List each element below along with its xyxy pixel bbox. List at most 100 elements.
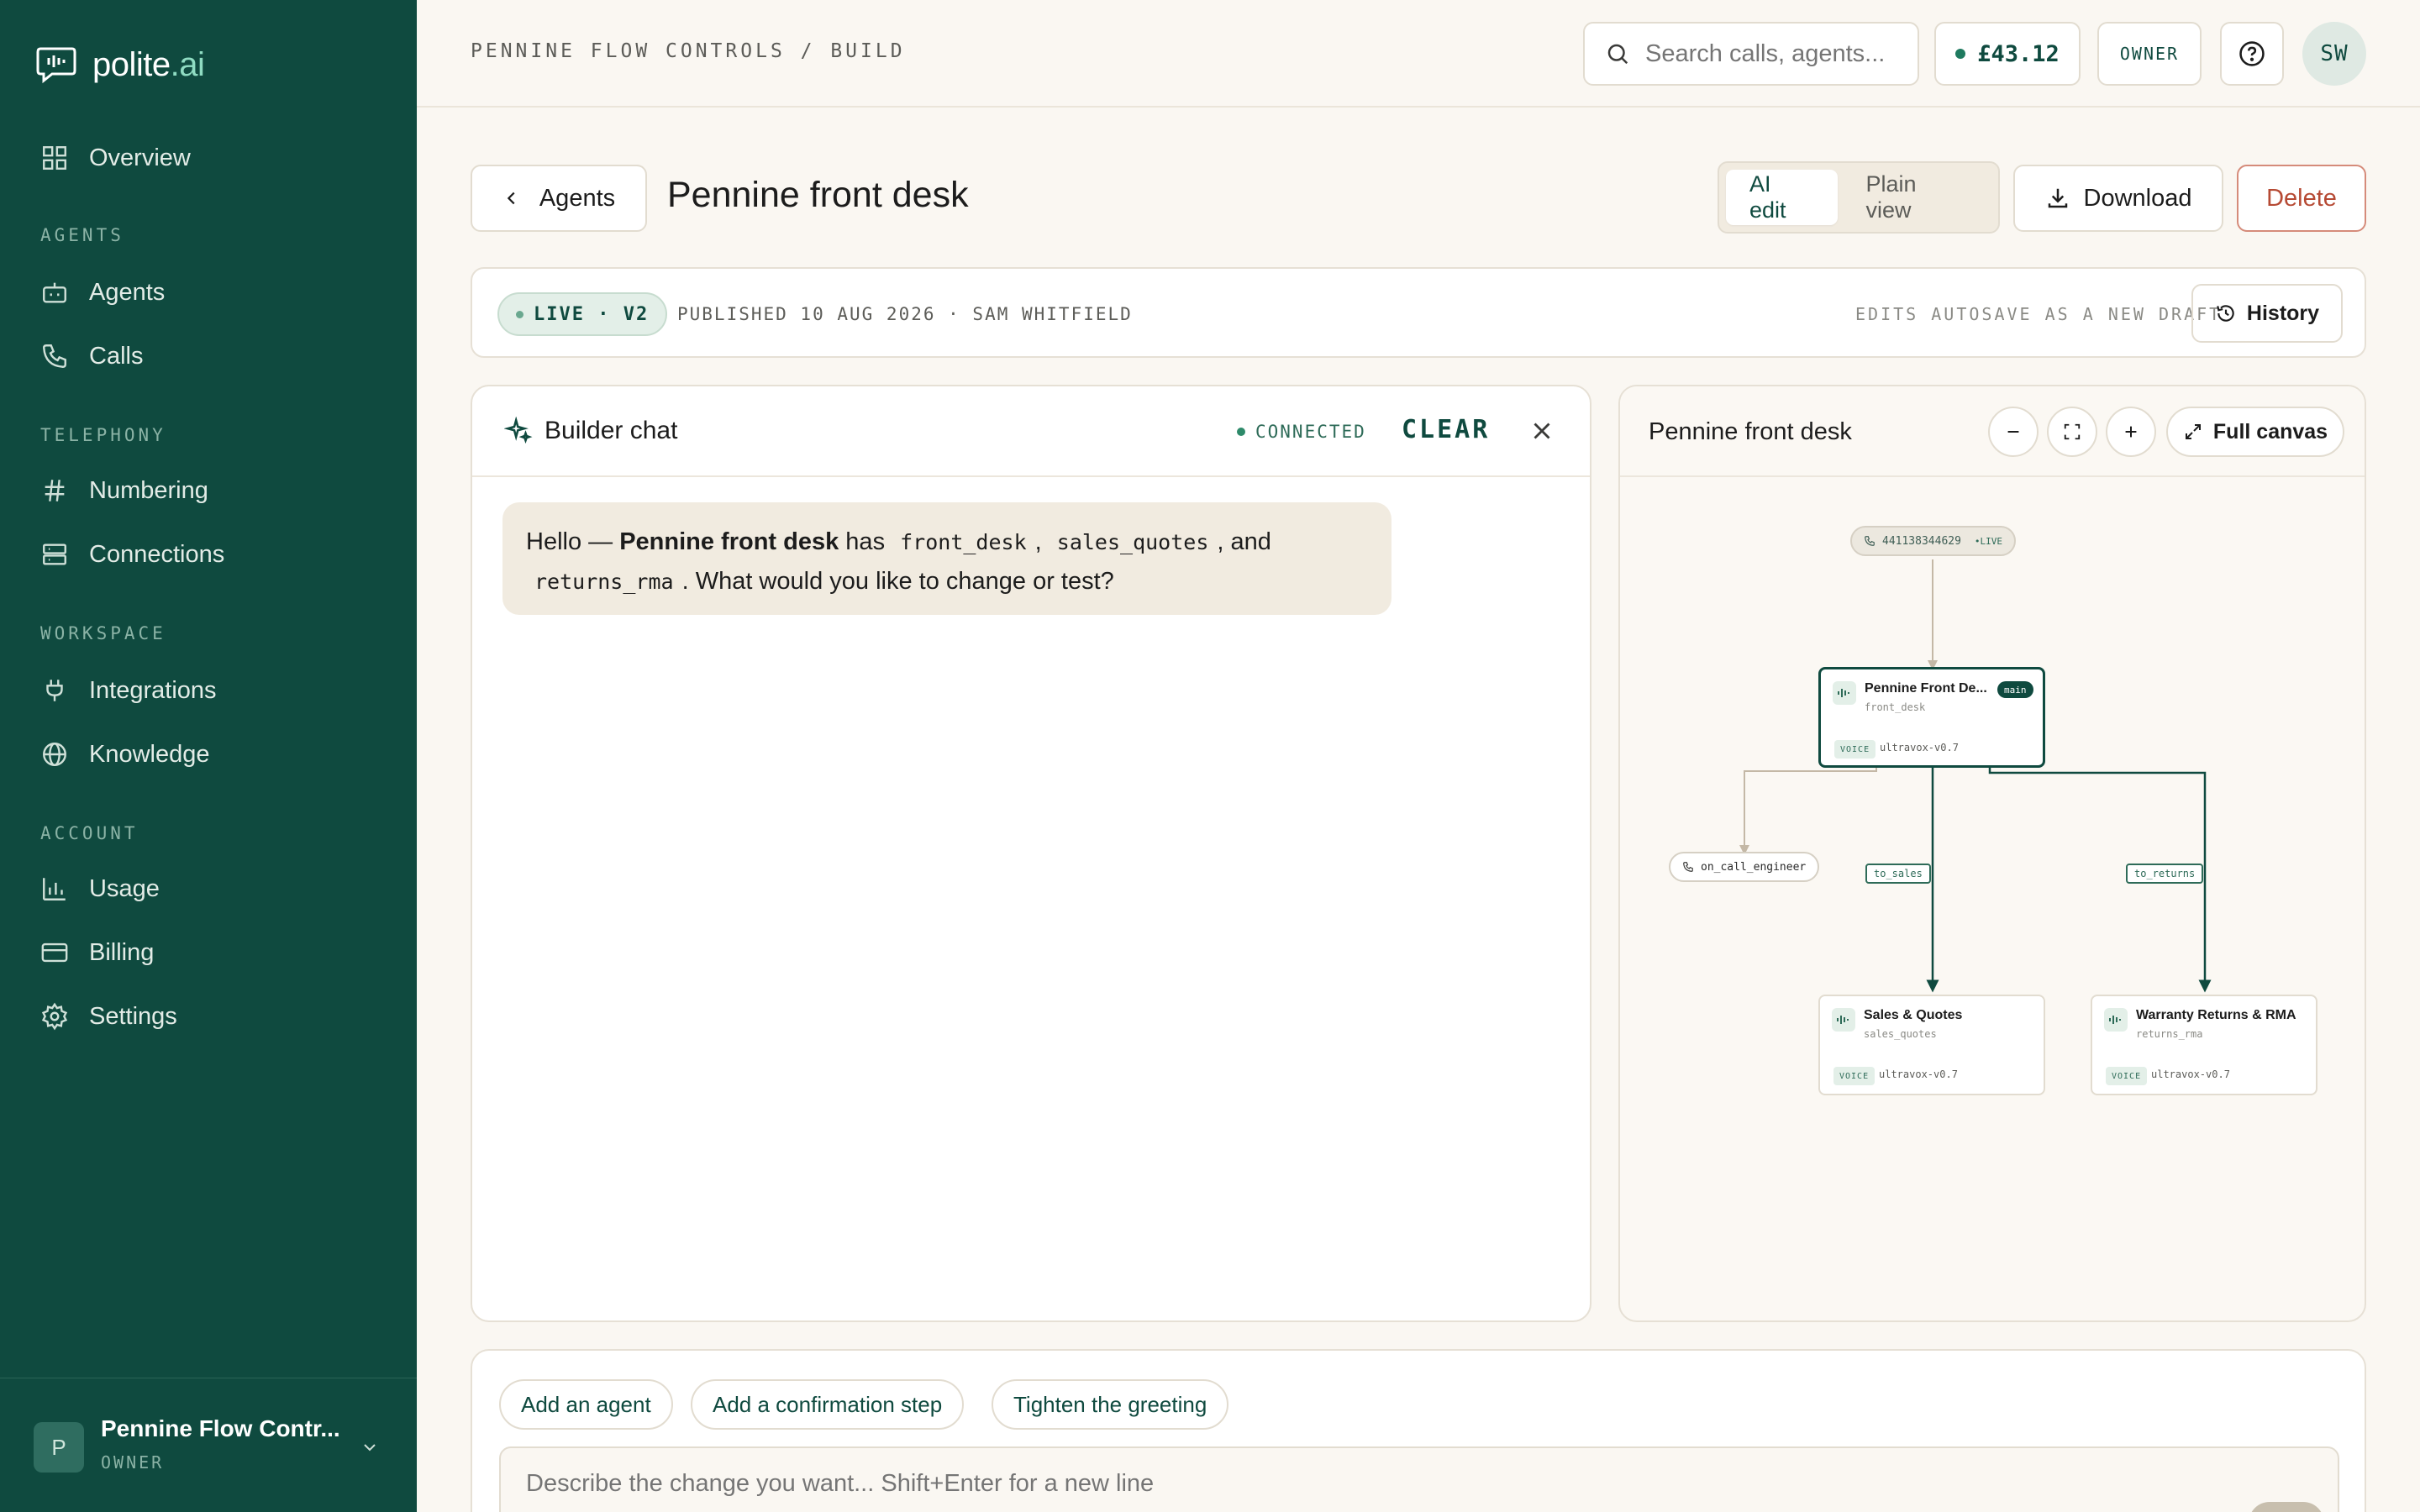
nav-section-workspace: WORKSPACE bbox=[40, 623, 166, 643]
brand-logo[interactable]: polite.ai bbox=[35, 45, 205, 84]
published-info: PUBLISHED 10 AUG 2026 · SAM WHITFIELD bbox=[677, 304, 1133, 324]
chevron-down-icon bbox=[364, 1444, 376, 1452]
sidebar-item-connections[interactable]: Connections bbox=[40, 536, 224, 573]
search-input[interactable] bbox=[1645, 39, 1897, 68]
phone-icon bbox=[43, 344, 66, 368]
download-button[interactable]: Download bbox=[2013, 165, 2223, 232]
search-icon bbox=[1607, 44, 1628, 65]
hash-icon bbox=[45, 480, 65, 501]
minus-icon bbox=[2007, 430, 2019, 433]
suggestion-add-confirmation-step[interactable]: Add a confirmation step bbox=[691, 1379, 965, 1430]
message-code: front_desk bbox=[900, 530, 1027, 554]
bar-chart-icon bbox=[43, 878, 66, 900]
download-icon bbox=[2048, 188, 2067, 208]
brand-name: polite.ai bbox=[92, 45, 205, 83]
message-text: , and bbox=[1217, 528, 1271, 555]
download-label: Download bbox=[2083, 184, 2192, 212]
sidebar-item-settings[interactable]: Settings bbox=[40, 998, 177, 1035]
history-label: History bbox=[2246, 301, 2320, 325]
phone-forward-icon bbox=[1683, 862, 1693, 872]
zoom-out-button[interactable] bbox=[1988, 407, 2039, 457]
chat-logo-icon bbox=[36, 47, 76, 84]
suggestion-tighten-greeting[interactable]: Tighten the greeting bbox=[992, 1379, 1229, 1430]
ai-edit-tab[interactable]: AI edit bbox=[1726, 170, 1838, 225]
message-text: Hello — bbox=[526, 528, 620, 555]
sidebar-item-knowledge[interactable]: Knowledge bbox=[40, 736, 210, 773]
phone-number-node[interactable]: 441138344629 •LIVE bbox=[1850, 526, 2017, 556]
page-title: Pennine front desk bbox=[667, 175, 969, 215]
edge-label-to-returns: to_returns bbox=[2126, 864, 2204, 884]
help-button[interactable] bbox=[2220, 22, 2284, 86]
sidebar-item-label: Billing bbox=[89, 938, 155, 966]
canvas-header: Pennine front desk Full canvas bbox=[1620, 386, 2365, 477]
prompt-input[interactable] bbox=[526, 1470, 2207, 1512]
help-icon bbox=[2239, 41, 2265, 66]
server-icon bbox=[43, 543, 66, 565]
status-dot bbox=[1237, 428, 1245, 436]
clear-chat-button[interactable]: CLEAR bbox=[1402, 415, 1490, 444]
agent-node-slug: returns_rma bbox=[2136, 1028, 2203, 1040]
phone-live-badge: •LIVE bbox=[1974, 535, 2003, 547]
sidebar-item-agents[interactable]: Agents bbox=[40, 274, 165, 311]
send-button[interactable] bbox=[2249, 1502, 2324, 1512]
builder-chat-panel: Builder chat CONNECTED CLEAR Hello — Pen… bbox=[471, 385, 1591, 1322]
sidebar-item-numbering[interactable]: Numbering bbox=[40, 472, 208, 509]
sidebar-item-usage[interactable]: Usage bbox=[40, 870, 160, 907]
version-status-bar: LIVE · V2 PUBLISHED 10 AUG 2026 · SAM WH… bbox=[471, 267, 2366, 358]
agent-node-slug: front_desk bbox=[1865, 701, 1926, 713]
credit-card-icon bbox=[41, 942, 68, 963]
phone-icon bbox=[1865, 536, 1875, 546]
history-button[interactable]: History bbox=[2191, 284, 2343, 343]
fit-view-button[interactable] bbox=[2047, 407, 2097, 457]
agent-node-name: Sales & Quotes bbox=[1864, 1008, 1963, 1022]
bot-icon bbox=[43, 282, 66, 303]
agent-node-slug: sales_quotes bbox=[1864, 1028, 1937, 1040]
agent-node-sales-quotes[interactable]: Sales & Quotes sales_quotes VOICE ultrav… bbox=[1818, 995, 2045, 1095]
nav-section-agents: AGENTS bbox=[40, 225, 124, 245]
sidebar-item-overview[interactable]: Overview bbox=[40, 139, 191, 176]
zoom-in-button[interactable] bbox=[2106, 407, 2156, 457]
search-box[interactable] bbox=[1583, 22, 1919, 86]
sidebar-item-billing[interactable]: Billing bbox=[40, 934, 154, 971]
sidebar: polite.ai Overview AGENTS Agents Calls T… bbox=[0, 0, 417, 1512]
message-text: has bbox=[839, 528, 892, 555]
back-to-agents-button[interactable]: Agents bbox=[471, 165, 647, 232]
flow-edges bbox=[1739, 559, 2212, 993]
globe-icon bbox=[43, 743, 66, 766]
live-version-text: LIVE · V2 bbox=[534, 303, 650, 325]
sidebar-item-integrations[interactable]: Integrations bbox=[40, 672, 217, 709]
canvas-title: Pennine front desk bbox=[1649, 418, 1852, 445]
full-canvas-button[interactable]: Full canvas bbox=[2166, 407, 2344, 457]
full-canvas-label: Full canvas bbox=[2212, 419, 2328, 444]
grid-icon bbox=[43, 146, 66, 170]
fit-view-icon bbox=[2064, 423, 2081, 440]
sidebar-item-calls[interactable]: Calls bbox=[40, 338, 143, 375]
balance-value: £43.12 bbox=[1977, 40, 2060, 67]
org-switcher[interactable]: P Pennine Flow Contr... OWNER bbox=[0, 1378, 417, 1512]
agent-node-returns-rma[interactable]: Warranty Returns & RMA returns_rma VOICE… bbox=[2091, 995, 2317, 1095]
waveform-icon bbox=[2104, 1008, 2128, 1032]
agent-node-front-desk[interactable]: Pennine Front De... main front_desk VOIC… bbox=[1818, 667, 2045, 768]
user-avatar[interactable]: SW bbox=[2302, 22, 2366, 86]
agent-node-model: ultravox-v0.7 bbox=[2151, 1068, 2230, 1080]
transfer-node-on-call-engineer[interactable]: on_call_engineer bbox=[1669, 852, 1820, 882]
plain-view-tab[interactable]: Plain view bbox=[1843, 170, 1992, 225]
sidebar-item-label: Settings bbox=[89, 1002, 177, 1030]
message-text: . What would you like to change or test? bbox=[681, 568, 1114, 595]
connection-text: CONNECTED bbox=[1255, 422, 1366, 442]
prompt-box bbox=[499, 1446, 2339, 1512]
view-mode-toggle: AI edit Plain view bbox=[1718, 161, 2000, 234]
plug-icon bbox=[46, 680, 63, 701]
sidebar-item-label: Connections bbox=[89, 540, 225, 568]
status-dot bbox=[516, 310, 523, 318]
close-icon[interactable] bbox=[1528, 417, 1556, 445]
flow-graph[interactable]: 441138344629 •LIVE Pennine Front De... m… bbox=[1620, 479, 2365, 1320]
top-bar: PENNINE FLOW CONTROLS / BUILD £43.12 OWN… bbox=[417, 0, 2420, 108]
balance-badge[interactable]: £43.12 bbox=[1934, 22, 2081, 86]
sidebar-item-label: Usage bbox=[89, 874, 160, 902]
assistant-message: Hello — Pennine front desk has front_des… bbox=[502, 502, 1392, 615]
autosave-note: EDITS AUTOSAVE AS A NEW DRAFT bbox=[1855, 304, 2223, 324]
nav-section-telephony: TELEPHONY bbox=[40, 425, 166, 445]
delete-button[interactable]: Delete bbox=[2237, 165, 2366, 232]
suggestion-add-agent[interactable]: Add an agent bbox=[499, 1379, 673, 1430]
